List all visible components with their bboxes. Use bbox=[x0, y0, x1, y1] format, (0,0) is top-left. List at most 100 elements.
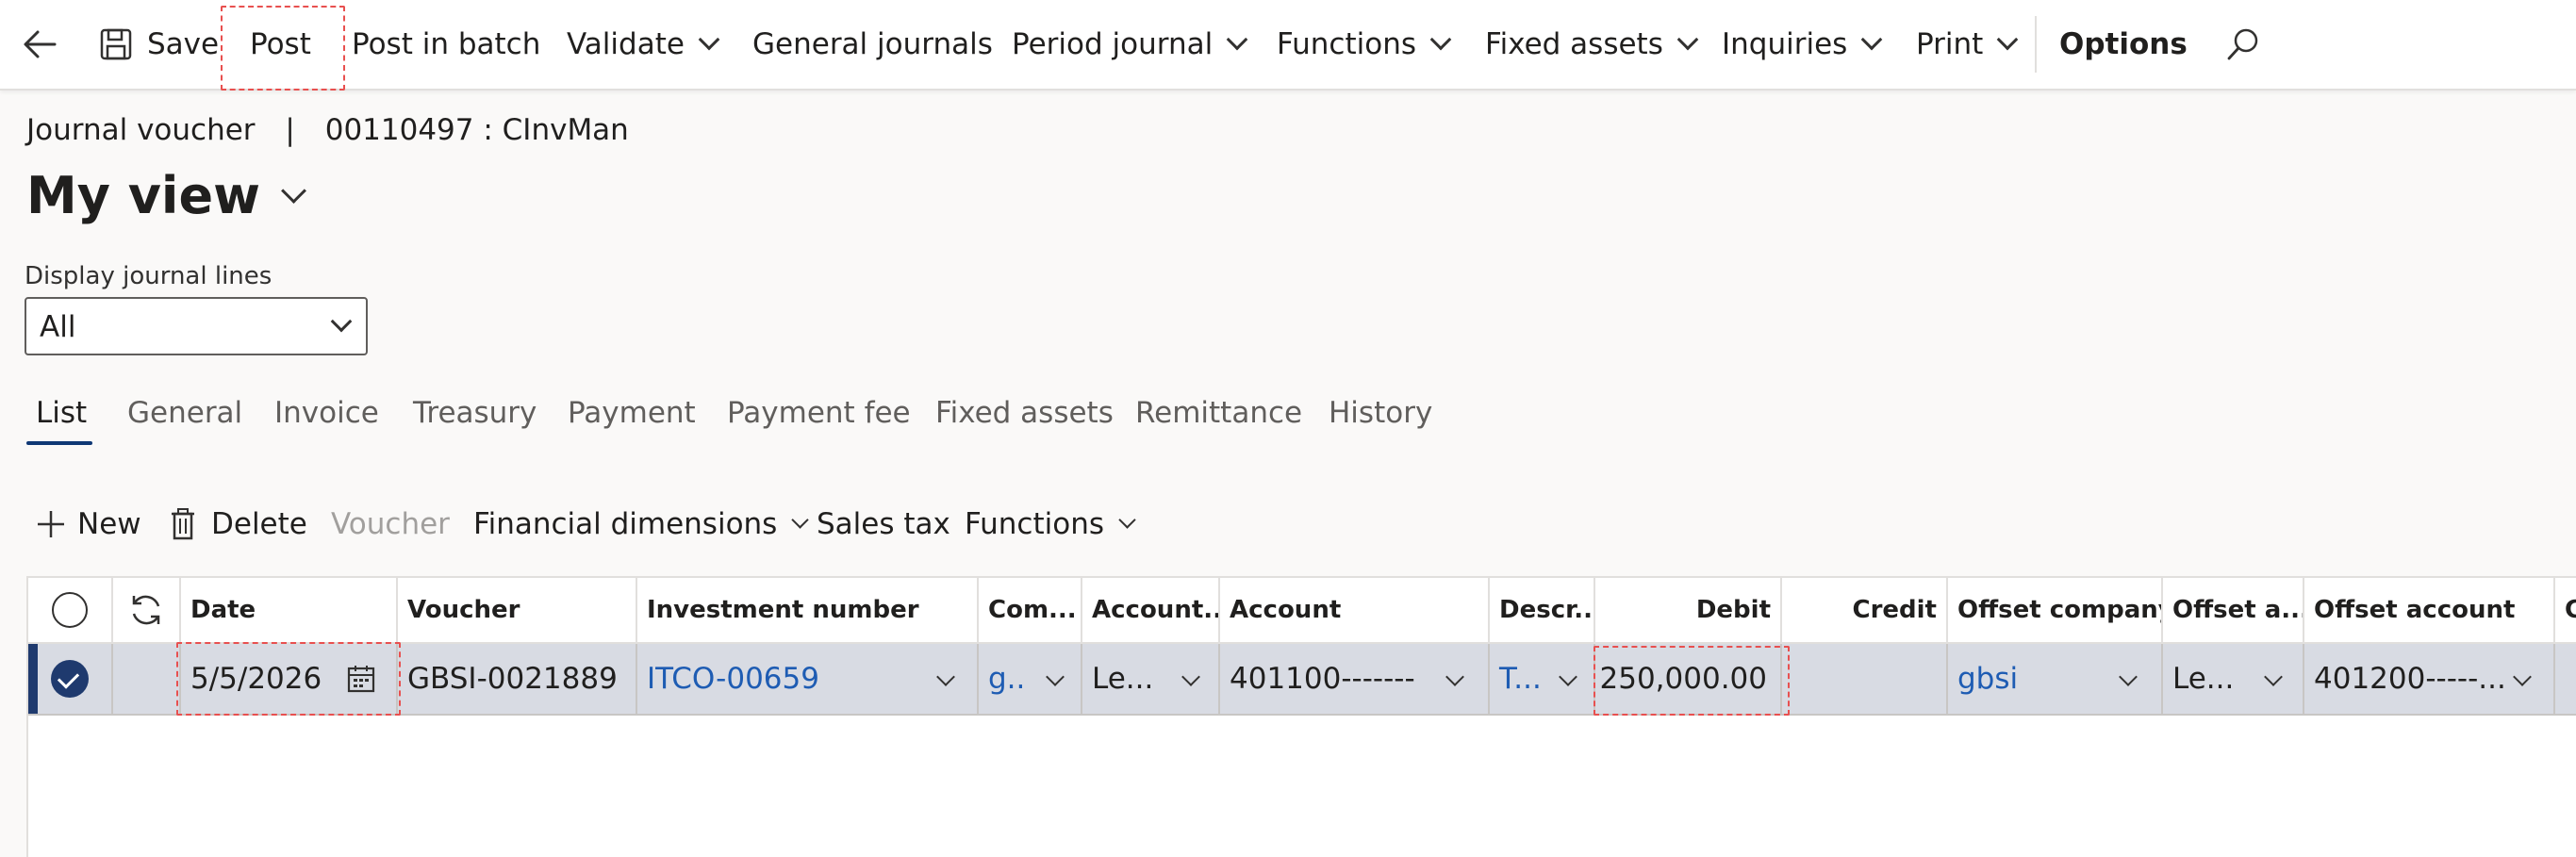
plus-icon bbox=[38, 511, 64, 537]
voucher-button[interactable]: Voucher bbox=[331, 503, 450, 545]
functions-menu[interactable]: Functions bbox=[1277, 0, 1452, 89]
tab-list[interactable]: List bbox=[36, 396, 87, 430]
offset-company-link[interactable]: gbsi bbox=[1957, 662, 2018, 696]
debit-cell-highlight bbox=[1593, 646, 1790, 716]
col-header-voucher[interactable]: Voucher bbox=[398, 578, 637, 644]
fixed-assets-label: Fixed assets bbox=[1485, 27, 1663, 61]
grid-functions-menu[interactable]: Functions bbox=[965, 503, 1136, 545]
offset-account-cell[interactable]: 401200-----... bbox=[2304, 644, 2555, 714]
chevron-down-icon bbox=[1676, 28, 1699, 51]
select-all-circle-icon[interactable] bbox=[52, 592, 88, 628]
table-row[interactable]: 5/5/2026 GBSI-0021889 ITCO-00659 g.. Le.… bbox=[28, 644, 2576, 716]
validate-label: Validate bbox=[567, 27, 685, 61]
sales-tax-button[interactable]: Sales tax bbox=[817, 503, 950, 545]
breadcrumb: Journal voucher | 00110497 : CInvMan bbox=[26, 113, 629, 147]
select-all-header[interactable] bbox=[28, 578, 113, 644]
chevron-down-icon bbox=[1118, 510, 1136, 529]
chevron-down-icon[interactable] bbox=[936, 667, 955, 686]
save-button[interactable]: Save bbox=[100, 0, 219, 89]
validate-menu[interactable]: Validate bbox=[567, 0, 720, 89]
delete-button[interactable]: Delete bbox=[170, 503, 307, 545]
tab-remittance[interactable]: Remittance bbox=[1135, 396, 1302, 430]
col-header-account[interactable]: Account bbox=[1220, 578, 1490, 644]
fixed-assets-menu[interactable]: Fixed assets bbox=[1485, 0, 1699, 89]
col-header-offset-account-type[interactable]: Offset a... bbox=[2163, 578, 2304, 644]
inquiries-menu[interactable]: Inquiries bbox=[1722, 0, 1883, 89]
breadcrumb-separator: | bbox=[285, 113, 295, 147]
action-bar-divider bbox=[2035, 16, 2037, 73]
col-header-company[interactable]: Com... bbox=[979, 578, 1082, 644]
tab-fixed-assets[interactable]: Fixed assets bbox=[935, 396, 1114, 430]
credit-cell[interactable] bbox=[1782, 644, 1948, 714]
tab-payment[interactable]: Payment bbox=[568, 396, 696, 430]
general-journals-button[interactable]: General journals bbox=[752, 0, 993, 89]
col-header-investment-number[interactable]: Investment number bbox=[637, 578, 979, 644]
col-header-date[interactable]: Date bbox=[181, 578, 398, 644]
chevron-down-icon bbox=[330, 310, 353, 333]
chevron-down-icon bbox=[1429, 28, 1452, 51]
col-header-account-type[interactable]: Account... bbox=[1082, 578, 1220, 644]
print-menu[interactable]: Print bbox=[1916, 0, 2019, 89]
save-label: Save bbox=[147, 27, 220, 61]
account-cell[interactable]: 401100------- bbox=[1220, 644, 1490, 714]
col-header-offset-account[interactable]: Offset account bbox=[2304, 578, 2555, 644]
journal-lines-grid: Date Voucher Investment number Com... Ac… bbox=[26, 576, 2576, 857]
options-button[interactable]: Options bbox=[2059, 0, 2188, 89]
tab-treasury[interactable]: Treasury bbox=[413, 396, 537, 430]
functions-label: Functions bbox=[1277, 27, 1417, 61]
new-button[interactable]: New bbox=[36, 503, 141, 545]
search-icon[interactable] bbox=[2225, 26, 2261, 62]
row-select-cell[interactable] bbox=[28, 644, 113, 714]
truncated-cell bbox=[2555, 644, 2576, 714]
checkmark-icon[interactable] bbox=[51, 660, 89, 698]
col-header-debit[interactable]: Debit bbox=[1595, 578, 1782, 644]
date-cell-highlight bbox=[176, 642, 401, 716]
refresh-header[interactable] bbox=[113, 578, 181, 644]
chevron-down-icon[interactable] bbox=[1445, 667, 1464, 686]
offset-company-cell[interactable]: gbsi bbox=[1948, 644, 2163, 714]
back-arrow-icon[interactable] bbox=[21, 25, 58, 63]
grid-functions-label: Functions bbox=[965, 507, 1105, 541]
refresh-icon[interactable] bbox=[128, 592, 164, 628]
save-icon bbox=[100, 28, 132, 60]
tab-general[interactable]: General bbox=[127, 396, 242, 430]
investment-number-link[interactable]: ITCO-00659 bbox=[647, 662, 819, 696]
chevron-down-icon[interactable] bbox=[2119, 667, 2138, 686]
chevron-down-icon[interactable] bbox=[1559, 667, 1577, 686]
chevron-down-icon[interactable] bbox=[2264, 667, 2283, 686]
chevron-down-icon bbox=[281, 178, 306, 204]
active-tab-indicator bbox=[26, 441, 92, 445]
period-journal-menu[interactable]: Period journal bbox=[1012, 0, 1248, 89]
page-title: My view bbox=[26, 166, 260, 225]
chevron-down-icon[interactable] bbox=[2513, 667, 2532, 686]
col-header-offset-company[interactable]: Offset company bbox=[1948, 578, 2163, 644]
offset-account-type-cell[interactable]: Le... bbox=[2163, 644, 2304, 714]
col-header-description[interactable]: Descr... bbox=[1490, 578, 1595, 644]
tab-history[interactable]: History bbox=[1329, 396, 1432, 430]
delete-label: Delete bbox=[211, 507, 307, 541]
tab-invoice[interactable]: Invoice bbox=[274, 396, 379, 430]
account-type-cell[interactable]: Le... bbox=[1082, 644, 1220, 714]
tab-payment-fee[interactable]: Payment fee bbox=[727, 396, 911, 430]
post-in-batch-button[interactable]: Post in batch bbox=[352, 0, 540, 89]
breadcrumb-record: 00110497 : CInvMan bbox=[324, 113, 629, 147]
display-journal-lines-select[interactable]: All bbox=[25, 297, 368, 355]
chevron-down-icon[interactable] bbox=[1181, 667, 1200, 686]
company-cell[interactable]: g.. bbox=[979, 644, 1082, 714]
col-header-truncated[interactable]: C bbox=[2555, 578, 2576, 644]
description-cell[interactable]: T... bbox=[1490, 644, 1595, 714]
general-journals-label: General journals bbox=[752, 27, 993, 61]
offset-account-type-value: Le... bbox=[2172, 662, 2235, 696]
col-header-credit[interactable]: Credit bbox=[1782, 578, 1948, 644]
options-label: Options bbox=[2059, 27, 2188, 61]
chevron-down-icon[interactable] bbox=[1046, 667, 1065, 686]
investment-number-cell[interactable]: ITCO-00659 bbox=[637, 644, 979, 714]
description-link[interactable]: T... bbox=[1499, 662, 1542, 696]
company-link[interactable]: g.. bbox=[988, 662, 1025, 696]
chevron-down-icon bbox=[1226, 28, 1248, 51]
chevron-down-icon bbox=[791, 510, 810, 529]
financial-dimensions-menu[interactable]: Financial dimensions bbox=[473, 503, 810, 545]
inquiries-label: Inquiries bbox=[1722, 27, 1848, 61]
view-selector[interactable]: My view bbox=[26, 166, 306, 225]
voucher-cell[interactable]: GBSI-0021889 bbox=[398, 644, 637, 714]
